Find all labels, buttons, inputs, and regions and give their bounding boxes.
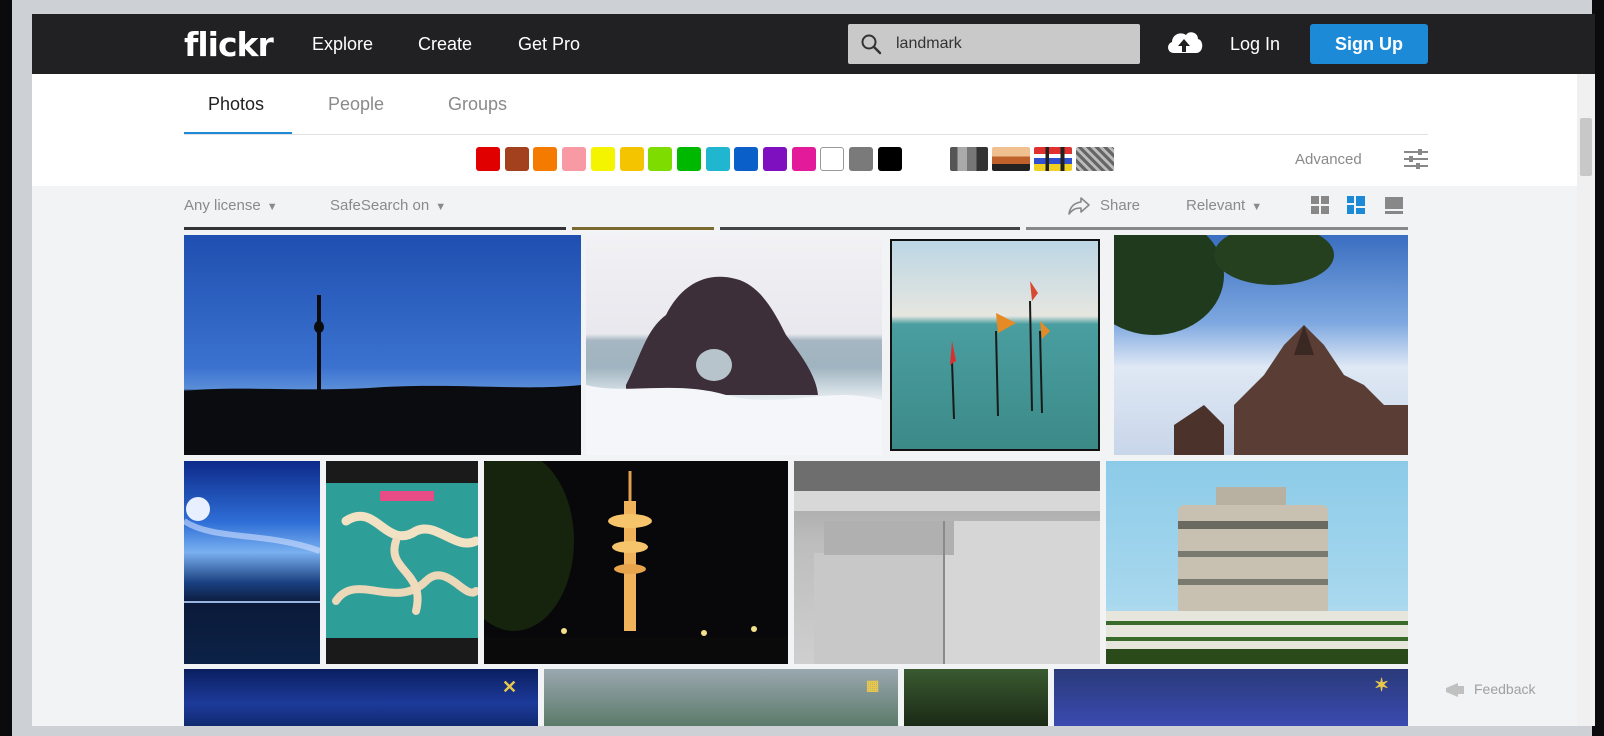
color-swatch[interactable]	[562, 147, 587, 171]
color-swatch[interactable]	[648, 147, 673, 171]
color-swatch[interactable]	[849, 147, 874, 171]
top-nav: flickr Explore Create Get Pro landmark L…	[32, 14, 1595, 74]
color-swatch[interactable]	[820, 147, 845, 171]
browser-viewport: flickr Explore Create Get Pro landmark L…	[32, 14, 1595, 726]
scrollbar-thumb[interactable]	[1580, 118, 1592, 176]
caret-down-icon: ▼	[1251, 201, 1263, 213]
photo-content	[484, 461, 788, 664]
black-and-white-pattern[interactable]	[1034, 147, 1072, 171]
grid-detail-icon[interactable]	[1384, 195, 1404, 215]
photo-content	[1106, 487, 1408, 664]
color-swatch[interactable]	[476, 147, 500, 171]
shallow-depth-of-field-pattern[interactable]	[950, 147, 988, 171]
photo-flags-in-sea[interactable]	[890, 239, 1100, 451]
photo-sea-moon[interactable]	[184, 461, 320, 664]
photo-worms-aquarium[interactable]	[326, 461, 478, 664]
photo-thumbnail[interactable]	[184, 227, 566, 230]
color-swatch[interactable]	[877, 147, 902, 171]
color-swatch[interactable]	[533, 147, 558, 171]
photo-content	[184, 295, 581, 455]
color-swatch[interactable]	[734, 147, 759, 171]
photo-content	[950, 281, 1050, 420]
minimalist-pattern[interactable]	[992, 147, 1030, 171]
safesearch-dropdown[interactable]: SafeSearch on ▼	[330, 197, 446, 214]
megaphone-icon	[1446, 683, 1464, 698]
color-swatch[interactable]	[676, 147, 701, 171]
photo-content	[794, 461, 1100, 664]
window-frame: flickr Explore Create Get Pro landmark L…	[12, 0, 1595, 736]
photo-round-building[interactable]	[1106, 461, 1408, 664]
color-swatch[interactable]	[763, 147, 787, 171]
caret-down-icon: ▼	[266, 201, 278, 213]
search-input[interactable]: landmark	[848, 24, 1140, 64]
nav-get-pro[interactable]: Get Pro	[518, 34, 580, 55]
search-query: landmark	[896, 35, 962, 52]
grid-icon: ▦	[866, 677, 880, 693]
color-swatch[interactable]	[619, 147, 644, 171]
photo-thumbnail[interactable]	[572, 227, 714, 230]
photo-content	[184, 497, 320, 603]
color-swatch[interactable]	[590, 147, 615, 171]
share-icon[interactable]	[1068, 196, 1090, 216]
tab-groups[interactable]: Groups	[448, 94, 507, 115]
photo-chateau-frontenac[interactable]	[1114, 235, 1408, 455]
pattern-pattern[interactable]	[1076, 147, 1114, 171]
color-swatch[interactable]	[705, 147, 730, 171]
tab-people[interactable]: People	[328, 94, 384, 115]
star-icon: ✶	[1374, 675, 1390, 695]
caret-down-icon: ▼	[435, 201, 447, 213]
nav-create[interactable]: Create	[418, 34, 472, 55]
photo-tv-tower-silhouette[interactable]	[184, 235, 581, 455]
share-link[interactable]: Share	[1100, 197, 1140, 214]
search-subheader: Photos People Groups Advanced	[32, 74, 1595, 186]
nav-explore[interactable]: Explore	[312, 34, 373, 55]
feedback-button[interactable]: Feedback	[1444, 677, 1548, 701]
tab-photos[interactable]: Photos	[208, 94, 264, 115]
color-swatch[interactable]	[504, 147, 529, 171]
sliders-icon[interactable]	[1404, 149, 1428, 169]
photo-content	[1114, 235, 1408, 455]
photo-purple-abstract[interactable]: ✶	[1054, 669, 1408, 726]
grid-justified-icon[interactable]	[1346, 195, 1366, 215]
license-label: Any license	[184, 197, 261, 214]
photo-thumbnail[interactable]	[720, 227, 1020, 230]
grid-small-icon[interactable]	[1310, 195, 1330, 215]
photo-sea-rock-arch[interactable]	[586, 235, 882, 455]
license-dropdown[interactable]: Any license ▼	[184, 197, 278, 214]
divider	[184, 134, 1428, 135]
login-link[interactable]: Log In	[1230, 34, 1280, 55]
feedback-label: Feedback	[1474, 681, 1536, 697]
sort-label: Relevant	[1186, 197, 1246, 214]
sort-dropdown[interactable]: Relevant ▼	[1186, 197, 1262, 214]
advanced-search-link[interactable]: Advanced	[1295, 151, 1362, 168]
photo-content	[586, 276, 882, 455]
photo-content	[326, 483, 478, 638]
flickr-logo[interactable]: flickr	[184, 25, 274, 64]
photo-concrete-structure[interactable]	[794, 461, 1100, 664]
photo-underwater-blue[interactable]: ✕	[184, 669, 538, 726]
signup-button[interactable]: Sign Up	[1310, 24, 1428, 64]
photo-lit-tower-night[interactable]	[484, 461, 788, 664]
photo-thumbnail[interactable]	[1026, 227, 1408, 230]
photo-mountain-valley[interactable]: ▦	[544, 669, 898, 726]
color-swatch[interactable]	[791, 147, 816, 171]
upload-cloud-icon[interactable]	[1164, 27, 1204, 59]
search-icon	[861, 34, 882, 55]
photo-forest[interactable]	[904, 669, 1048, 726]
page-scrollbar[interactable]	[1577, 74, 1595, 726]
safesearch-label: SafeSearch on	[330, 197, 430, 214]
close-icon: ✕	[502, 677, 518, 697]
